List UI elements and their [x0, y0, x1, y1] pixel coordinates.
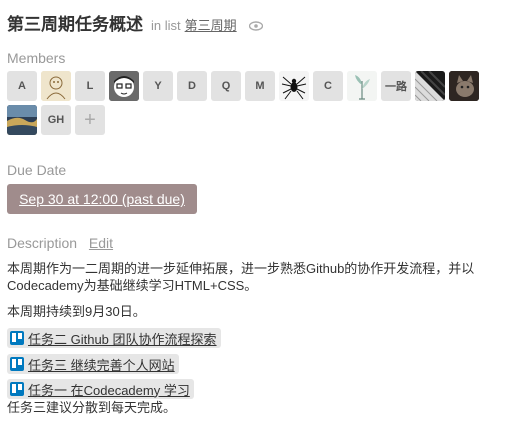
trello-card-icon: [10, 357, 24, 371]
member-avatar-yilu[interactable]: 一路: [381, 71, 411, 101]
member-avatar-cartoon[interactable]: [109, 71, 139, 101]
members-label: Members: [7, 50, 66, 66]
member-avatar-piano[interactable]: [415, 71, 445, 101]
plant-avatar-icon: [347, 71, 377, 101]
cat-avatar-icon: [449, 71, 479, 101]
due-date-badge[interactable]: Sep 30 at 12:00 (past due): [7, 184, 197, 214]
description-label: Description: [7, 235, 78, 251]
member-avatar-a[interactable]: A: [7, 71, 37, 101]
task-link-2[interactable]: 任务三 继续完善个人网站: [7, 354, 179, 374]
cartoon-face-avatar-icon: [109, 71, 139, 101]
task-link-1[interactable]: 任务二 Github 团队协作流程探索: [7, 328, 221, 348]
member-avatar-y[interactable]: Y: [143, 71, 173, 101]
trello-card-icon: [10, 331, 24, 345]
member-avatar-q[interactable]: Q: [211, 71, 241, 101]
spider-avatar-icon: [279, 71, 309, 101]
edit-description-link[interactable]: Edit: [89, 235, 113, 251]
member-avatar-gh[interactable]: GH: [41, 105, 71, 135]
landscape-avatar-icon: [7, 105, 37, 135]
plus-icon: +: [84, 108, 96, 131]
add-member-button[interactable]: +: [75, 105, 105, 135]
member-avatar-m[interactable]: M: [245, 71, 275, 101]
member-avatar-l[interactable]: L: [75, 71, 105, 101]
member-avatar-c[interactable]: C: [313, 71, 343, 101]
member-avatar-spider[interactable]: [279, 71, 309, 101]
in-list-prefix: in list: [151, 18, 181, 33]
list-link[interactable]: 第三周期: [185, 15, 237, 34]
task-link-label: 任务二 Github 团队协作流程探索: [28, 331, 217, 347]
due-date-label: Due Date: [7, 162, 67, 178]
description-header: Description Edit: [7, 235, 113, 251]
member-avatar-plant[interactable]: [347, 71, 377, 101]
trello-card-icon: [10, 382, 24, 396]
description-paragraph-1-line-2: Codecademy为基础继续学习HTML+CSS。: [7, 278, 258, 293]
eye-icon[interactable]: [248, 18, 263, 31]
member-avatar-landscape[interactable]: [7, 105, 37, 135]
member-avatar-d[interactable]: D: [177, 71, 207, 101]
member-avatar-sketch[interactable]: [41, 71, 71, 101]
card-title[interactable]: 第三周期任务概述: [7, 10, 143, 35]
sketch-avatar-icon: [41, 71, 71, 101]
card-header: 第三周期任务概述 in list 第三周期: [7, 10, 263, 35]
task-link-3[interactable]: 任务一 在Codecademy 学习: [7, 379, 194, 399]
task-link-label: 任务一 在Codecademy 学习: [28, 382, 190, 398]
description-paragraph-1-line-1: 本周期作为一二周期的进一步延伸拓展，进一步熟悉Github的协作开发流程，并以: [7, 261, 475, 276]
description-paragraph-2: 本周期持续到9月30日。: [7, 304, 146, 319]
description-footer: 任务三建议分散到每天完成。: [7, 400, 177, 415]
piano-avatar-icon: [415, 71, 445, 101]
member-avatar-cat[interactable]: [449, 71, 479, 101]
task-link-label: 任务三 继续完善个人网站: [28, 357, 175, 373]
